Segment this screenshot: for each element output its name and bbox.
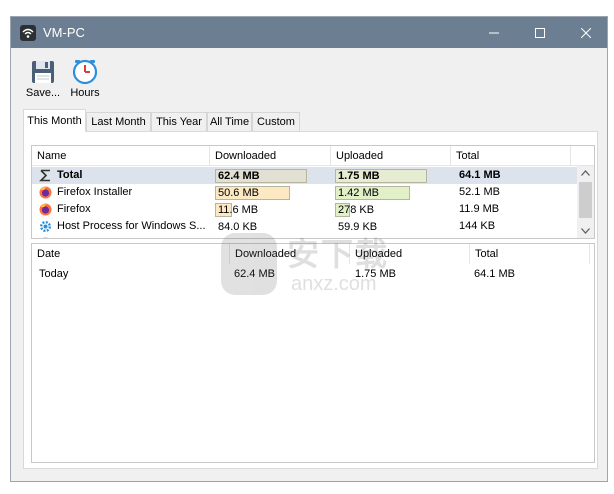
column-header-downloaded[interactable]: Downloaded xyxy=(210,146,331,166)
uploaded-cell: 1.42 MB xyxy=(335,186,427,200)
app-name-cell: Firefox Installer xyxy=(37,184,209,201)
app-icon xyxy=(20,25,36,41)
uploaded-cell: 59.9 KB xyxy=(335,220,427,234)
total-cell: 64.1 MB xyxy=(459,169,501,181)
minimize-icon xyxy=(489,32,499,33)
firefox-icon xyxy=(39,203,52,216)
firefox-icon xyxy=(39,237,52,238)
apps-list[interactable]: Name Downloaded Uploaded Total Total 62.4… xyxy=(31,145,595,239)
window-title: VM-PC xyxy=(43,25,85,40)
hours-button[interactable]: Hours xyxy=(68,59,102,99)
clock-icon xyxy=(72,59,98,85)
table-row[interactable]: Total 62.4 MB 1.75 MB 64.1 MB xyxy=(32,167,578,184)
column-header-name[interactable]: Name xyxy=(32,146,210,166)
save-button-label: Save... xyxy=(25,87,61,99)
column-header-total-2[interactable]: Total xyxy=(470,244,590,264)
title-bar[interactable]: VM-PC xyxy=(11,17,607,48)
app-name-cell: Total xyxy=(37,167,209,184)
scroll-down-icon[interactable] xyxy=(577,224,594,238)
date-list-header: Date Downloaded Uploaded Total xyxy=(32,244,594,264)
sigma-icon xyxy=(39,169,52,182)
firefox-icon xyxy=(39,186,52,199)
total-cell: 64.1 MB xyxy=(474,268,515,280)
column-header-uploaded[interactable]: Uploaded xyxy=(331,146,451,166)
table-row[interactable]: Firefox Installer 50.6 MB 1.42 MB 52.1 MB xyxy=(32,184,578,201)
total-cell: 52.1 MB xyxy=(459,186,500,198)
table-row[interactable]: Firefox 11.6 MB 278 KB 11.9 MB xyxy=(32,201,578,218)
column-header-date[interactable]: Date xyxy=(32,244,230,264)
save-button[interactable]: Save... xyxy=(23,59,63,99)
column-header-downloaded-2[interactable]: Downloaded xyxy=(230,244,350,264)
maximize-button[interactable] xyxy=(517,17,563,48)
uploaded-value: 1.42 MB xyxy=(338,187,379,199)
apps-list-scrollbar[interactable] xyxy=(577,166,594,238)
uploaded-value: 400 B xyxy=(338,237,367,238)
app-name-label: Firefox xyxy=(57,203,91,215)
tab-this-month[interactable]: This Month xyxy=(23,109,86,132)
scroll-up-icon[interactable] xyxy=(577,166,594,180)
main-window: VM-PC Save... Hours This Month Last Mont… xyxy=(10,16,608,482)
column-header-uploaded-2[interactable]: Uploaded xyxy=(350,244,470,264)
downloaded-cell: 219 B xyxy=(215,237,307,238)
uploaded-cell: 400 B xyxy=(335,237,427,238)
total-cell: 619 B xyxy=(459,235,559,238)
table-row[interactable]: Host Process for Windows S... 84.0 KB 59.9… xyxy=(32,218,578,235)
downloaded-value: 11.6 MB xyxy=(218,204,259,216)
tab-this-year[interactable]: This Year xyxy=(151,112,207,131)
total-cell: 11.9 MB xyxy=(459,203,500,215)
app-name-cell: Firefox Installer xyxy=(37,235,209,238)
uploaded-value: 1.75 MB xyxy=(338,170,380,182)
tab-last-month[interactable]: Last Month xyxy=(86,112,151,131)
downloaded-value: 219 B xyxy=(218,237,247,238)
downloaded-cell: 62.4 MB xyxy=(215,169,307,183)
date-cell: Today xyxy=(39,268,69,280)
date-list[interactable]: Date Downloaded Uploaded Total Today 62.… xyxy=(31,243,595,463)
app-name-label: Total xyxy=(57,169,83,181)
maximize-icon xyxy=(535,27,545,38)
downloaded-cell: 84.0 KB xyxy=(215,220,307,234)
table-row[interactable]: Today 62.4 MB 1.75 MB 64.1 MB xyxy=(32,266,578,283)
gear-icon xyxy=(39,220,52,233)
toolbar: Save... Hours xyxy=(11,49,607,105)
apps-list-header: Name Downloaded Uploaded Total xyxy=(32,146,594,166)
total-cell: 144 KB xyxy=(459,220,496,232)
close-button[interactable] xyxy=(563,17,607,48)
downloaded-value: 84.0 KB xyxy=(218,221,258,233)
hours-button-label: Hours xyxy=(70,87,100,99)
close-icon xyxy=(581,27,591,38)
uploaded-cell: 278 KB xyxy=(335,203,427,217)
uploaded-cell: 1.75 MB xyxy=(335,169,427,183)
minimize-button[interactable] xyxy=(471,17,517,48)
downloaded-cell: 11.6 MB xyxy=(215,203,307,217)
floppy-disk-icon xyxy=(32,61,54,83)
downloaded-value: 50.6 MB xyxy=(218,187,259,199)
downloaded-cell: 62.4 MB xyxy=(234,268,275,280)
uploaded-cell: 1.75 MB xyxy=(355,268,396,280)
downloaded-cell: 50.6 MB xyxy=(215,186,307,200)
app-name-cell: Host Process for Windows S... xyxy=(37,218,209,235)
tab-panel: Name Downloaded Uploaded Total Total 62.4… xyxy=(23,131,598,469)
column-header-total[interactable]: Total xyxy=(451,146,571,166)
app-name-cell: Firefox xyxy=(37,201,209,218)
tab-all-time[interactable]: All Time xyxy=(207,112,252,131)
app-name-label: Firefox Installer xyxy=(57,237,132,238)
table-row[interactable]: Firefox Installer 219 B 400 B 619 B xyxy=(32,235,578,238)
downloaded-value: 62.4 MB xyxy=(218,170,260,182)
tab-custom[interactable]: Custom xyxy=(252,112,300,131)
scrollbar-thumb[interactable] xyxy=(579,182,592,218)
app-name-label: Host Process for Windows S... xyxy=(57,220,206,232)
app-name-label: Firefox Installer xyxy=(57,186,133,198)
uploaded-value: 59.9 KB xyxy=(338,221,378,233)
uploaded-value: 278 KB xyxy=(338,204,375,216)
